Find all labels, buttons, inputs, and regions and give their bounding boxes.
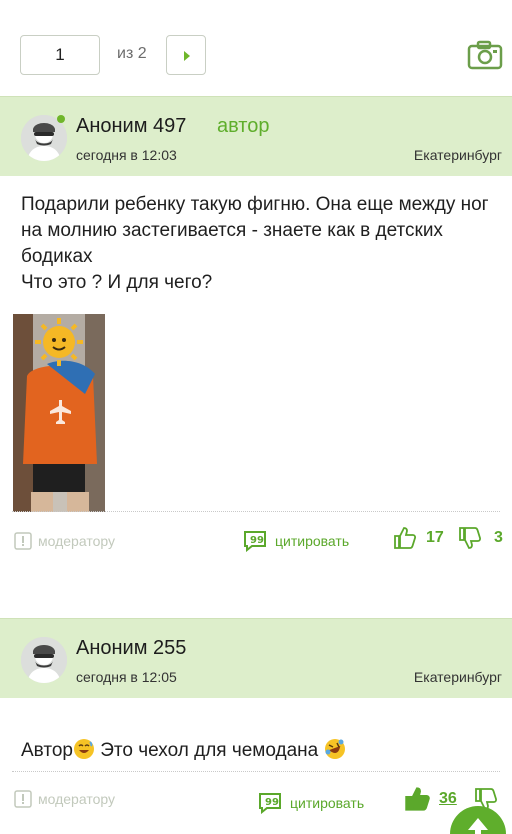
vote-like[interactable]: 36 (405, 786, 457, 812)
flag-icon (14, 790, 32, 808)
quote-label: цитировать (290, 795, 365, 811)
quote-icon: 99 (244, 531, 266, 552)
post-text: Подарили ребенку такую фигню. Она еще ме… (21, 194, 489, 293)
post-photo[interactable] (13, 314, 105, 512)
post-time: сегодня в 12:03 (76, 147, 177, 163)
quote-button[interactable]: 99 цитировать (258, 792, 364, 814)
post-text-start: Автор (21, 740, 73, 761)
like-count: 36 (439, 790, 457, 807)
thumbs-up-icon (405, 787, 430, 811)
author-badge: автор (217, 115, 270, 137)
dislike-count: 3 (494, 529, 503, 546)
vote-dislike[interactable]: 3 (458, 526, 503, 550)
post-separator (0, 586, 512, 618)
chevron-right-icon (184, 51, 190, 61)
post-text-end: Это чехол для чемодана (94, 740, 324, 761)
online-indicator (57, 115, 65, 123)
smile-emoji (73, 739, 94, 759)
laugh-emoji (324, 739, 345, 759)
report-moderator-button[interactable]: модератору (14, 790, 115, 808)
avatar-icon (21, 637, 67, 683)
page-total-label: из 2 (117, 45, 147, 62)
report-moderator-button[interactable]: модератору (14, 532, 115, 550)
post-time: сегодня в 12:05 (76, 669, 177, 685)
post: Аноним 255 сегодня в 12:05 Екатеринбург … (0, 618, 512, 834)
arrow-up-icon (468, 818, 488, 834)
report-moderator-label: модератору (38, 533, 115, 549)
post: Аноним 497 автор сегодня в 12:03 Екатери… (0, 96, 512, 586)
quote-label: цитировать (275, 533, 350, 549)
page-number-input[interactable]: 1 (20, 35, 100, 75)
flag-icon (14, 532, 32, 550)
avatar[interactable] (21, 637, 67, 683)
author-name[interactable]: Аноним 497 (76, 115, 186, 138)
quote-button[interactable]: 99 цитировать (243, 530, 349, 552)
author-name[interactable]: Аноним 255 (76, 637, 186, 660)
camera-icon[interactable] (467, 40, 503, 70)
post-body: Подарили ребенку такую фигню. Она еще ме… (0, 176, 512, 586)
like-count: 17 (426, 529, 444, 546)
post-actions: модератору 99 цитировать 36 (0, 780, 512, 820)
divider (12, 511, 500, 512)
photo-image (13, 314, 105, 512)
svg-text:99: 99 (250, 535, 264, 546)
report-moderator-label: модератору (38, 791, 115, 807)
divider (12, 771, 500, 772)
post-city: Екатеринбург (413, 147, 502, 163)
thumbs-down-icon (459, 527, 482, 549)
next-page-button[interactable] (166, 35, 206, 75)
post-city: Екатеринбург (413, 669, 502, 685)
post-header: Аноним 497 автор сегодня в 12:03 Екатери… (0, 96, 512, 176)
pagination: 1 из 2 (0, 0, 512, 96)
svg-text:99: 99 (265, 797, 279, 808)
vote-like[interactable]: 17 (393, 526, 444, 550)
quote-icon: 99 (259, 793, 281, 814)
post-text: Автор Это чехол для чемодана (0, 698, 512, 764)
post-actions: модератору 99 цитировать 17 3 (0, 522, 512, 562)
post-body: Автор Это чехол для чемодана модератору … (0, 698, 512, 834)
thumbs-up-icon (394, 527, 417, 549)
post-header: Аноним 255 сегодня в 12:05 Екатеринбург (0, 618, 512, 698)
